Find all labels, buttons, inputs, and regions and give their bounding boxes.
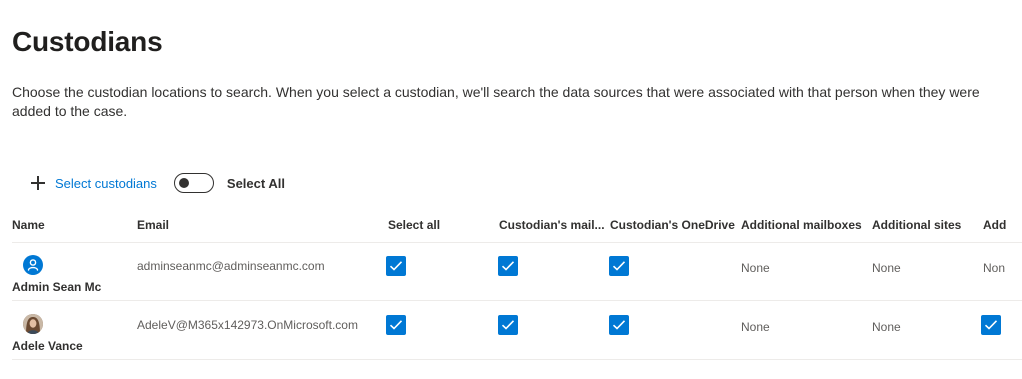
select-custodians-label: Select custodians	[55, 175, 157, 191]
custodian-email: adminseanmc@adminseanmc.com	[137, 259, 325, 273]
table-row[interactable]: Adele Vance AdeleV@M365x142973.OnMicroso…	[12, 302, 1022, 360]
column-header-custodians-mailbox[interactable]: Custodian's mail...	[499, 218, 605, 232]
mailbox-checkbox[interactable]	[498, 315, 518, 335]
custodian-name: Admin Sean Mc	[12, 280, 102, 294]
select-all-toggle-label: Select All	[226, 175, 285, 191]
column-header-additional-sites[interactable]: Additional sites	[872, 218, 961, 232]
select-custodians-button[interactable]: Select custodians	[30, 175, 157, 191]
person-photo-avatar-icon	[23, 314, 43, 334]
onedrive-checkbox[interactable]	[609, 256, 629, 276]
select-all-toggle[interactable]	[173, 173, 214, 193]
column-header-custodians-onedrive[interactable]: Custodian's OneDrive	[610, 218, 735, 232]
mailbox-checkbox[interactable]	[498, 256, 518, 276]
toggle-knob	[178, 178, 189, 188]
additional-mailboxes-value: None	[741, 261, 770, 275]
plus-icon	[30, 175, 46, 191]
page-title: Custodians	[12, 26, 163, 57]
additional-sites-value: None	[872, 320, 901, 334]
column-header-select-all[interactable]: Select all	[388, 218, 440, 232]
table-row[interactable]: Admin Sean Mc adminseanmc@adminseanmc.co…	[12, 243, 1022, 301]
additional-mailboxes-value: None	[741, 320, 770, 334]
toolbar: Select custodians Select All	[30, 172, 285, 194]
page-description: Choose the custodian locations to search…	[12, 84, 980, 119]
select-all-checkbox[interactable]	[386, 315, 406, 335]
column-header-additional-mailboxes[interactable]: Additional mailboxes	[741, 218, 862, 232]
column-header-additional-truncated[interactable]: Add	[983, 218, 1006, 232]
column-header-name[interactable]: Name	[12, 218, 45, 232]
custodian-name: Adele Vance	[12, 339, 83, 353]
additional-truncated-value: Non	[983, 261, 1006, 275]
onedrive-checkbox[interactable]	[609, 315, 629, 335]
custodians-table: Name Email Select all Custodian's mail..…	[12, 206, 1022, 366]
additional-checkbox[interactable]	[981, 315, 1001, 335]
custodian-email: AdeleV@M365x142973.OnMicrosoft.com	[137, 318, 358, 332]
additional-sites-value: None	[872, 261, 901, 275]
person-avatar-icon	[23, 255, 43, 275]
column-header-email[interactable]: Email	[137, 218, 169, 232]
select-all-checkbox[interactable]	[386, 256, 406, 276]
table-header: Name Email Select all Custodian's mail..…	[12, 206, 1022, 243]
